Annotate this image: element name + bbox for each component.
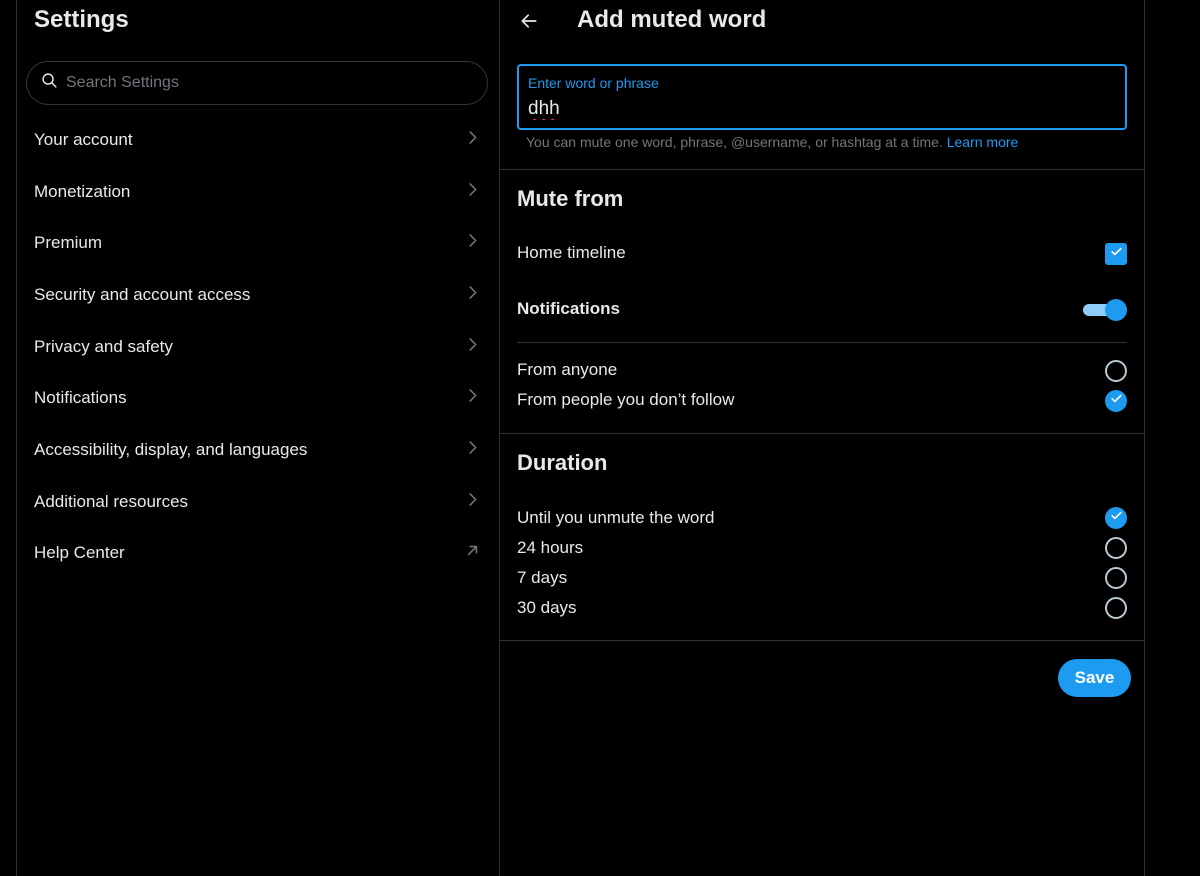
- save-button[interactable]: Save: [1058, 659, 1131, 697]
- from-non-followers-radio[interactable]: [1105, 390, 1127, 412]
- right-border: [1144, 0, 1145, 876]
- learn-more-link[interactable]: Learn more: [947, 134, 1019, 150]
- search-settings-field[interactable]: [26, 61, 488, 105]
- from-anyone-label: From anyone: [517, 360, 618, 379]
- notifications-divider: [517, 342, 1127, 343]
- from-anyone-radio[interactable]: [1105, 360, 1127, 382]
- duration-7d-label: 7 days: [517, 568, 568, 587]
- settings-menu: Your account Monetization Premium Securi…: [17, 114, 499, 579]
- duration-forever-label: Until you unmute the word: [517, 508, 715, 527]
- menu-item-label: Help Center: [34, 543, 125, 563]
- notifications-label: Notifications: [517, 299, 620, 318]
- word-input-field[interactable]: Enter word or phrase: [517, 64, 1127, 130]
- external-link-icon: [463, 541, 482, 565]
- checkmark-icon: [1110, 245, 1123, 263]
- help-text: You can mute one word, phrase, @username…: [526, 134, 1018, 150]
- menu-item-label: Your account: [34, 129, 133, 149]
- settings-title: Settings: [34, 6, 129, 33]
- menu-item-label: Premium: [34, 233, 103, 253]
- checkmark-icon: [1110, 509, 1123, 527]
- word-input-label: Enter word or phrase: [528, 75, 659, 91]
- search-input[interactable]: [64, 73, 448, 93]
- home-timeline-checkbox[interactable]: [1105, 243, 1127, 265]
- menu-item-additional-resources[interactable]: Additional resources: [17, 476, 499, 528]
- duration-24h-radio[interactable]: [1105, 537, 1127, 559]
- menu-item-monetization[interactable]: Monetization: [17, 166, 499, 218]
- section-divider: [500, 433, 1144, 434]
- mute-from-title: Mute from: [517, 186, 624, 211]
- help-text-body: You can mute one word, phrase, @username…: [526, 134, 943, 150]
- toggle-knob: [1105, 299, 1127, 321]
- duration-30d-radio[interactable]: [1105, 597, 1127, 619]
- chevron-right-icon: [463, 128, 482, 152]
- section-divider: [500, 640, 1144, 641]
- menu-item-help-center[interactable]: Help Center: [17, 528, 499, 580]
- menu-item-label: Security and account access: [34, 284, 251, 304]
- settings-column: Settings Your account Monetization Premi…: [17, 0, 499, 876]
- chevron-right-icon: [463, 283, 482, 307]
- menu-item-security[interactable]: Security and account access: [17, 269, 499, 321]
- menu-item-accessibility[interactable]: Accessibility, display, and languages: [17, 424, 499, 476]
- word-input[interactable]: [528, 98, 1108, 120]
- menu-item-notifications[interactable]: Notifications: [17, 372, 499, 424]
- duration-30d-label: 30 days: [517, 598, 577, 617]
- back-arrow-icon: [519, 11, 539, 36]
- checkmark-icon: [1110, 392, 1123, 410]
- menu-item-label: Monetization: [34, 181, 131, 201]
- chevron-right-icon: [463, 335, 482, 359]
- duration-7d-radio[interactable]: [1105, 567, 1127, 589]
- duration-title: Duration: [517, 450, 608, 475]
- menu-item-your-account[interactable]: Your account: [17, 114, 499, 166]
- menu-item-privacy[interactable]: Privacy and safety: [17, 321, 499, 373]
- chevron-right-icon: [463, 231, 482, 255]
- search-icon: [41, 72, 58, 94]
- home-timeline-label: Home timeline: [517, 243, 626, 262]
- menu-item-label: Accessibility, display, and languages: [34, 439, 308, 459]
- page-title: Add muted word: [577, 6, 767, 33]
- menu-item-label: Privacy and safety: [34, 336, 173, 356]
- section-divider: [500, 169, 1144, 170]
- add-muted-word-panel: Add muted word Enter word or phrase You …: [500, 0, 1144, 876]
- duration-24h-label: 24 hours: [517, 538, 584, 557]
- menu-item-label: Additional resources: [34, 491, 189, 511]
- notifications-toggle[interactable]: [1083, 299, 1127, 321]
- chevron-right-icon: [463, 180, 482, 204]
- back-button[interactable]: [517, 11, 541, 35]
- duration-forever-radio[interactable]: [1105, 507, 1127, 529]
- from-non-followers-label: From people you don’t follow: [517, 390, 735, 409]
- menu-item-label: Notifications: [34, 388, 127, 408]
- menu-item-premium[interactable]: Premium: [17, 217, 499, 269]
- chevron-right-icon: [463, 490, 482, 514]
- chevron-right-icon: [463, 438, 482, 462]
- chevron-right-icon: [463, 386, 482, 410]
